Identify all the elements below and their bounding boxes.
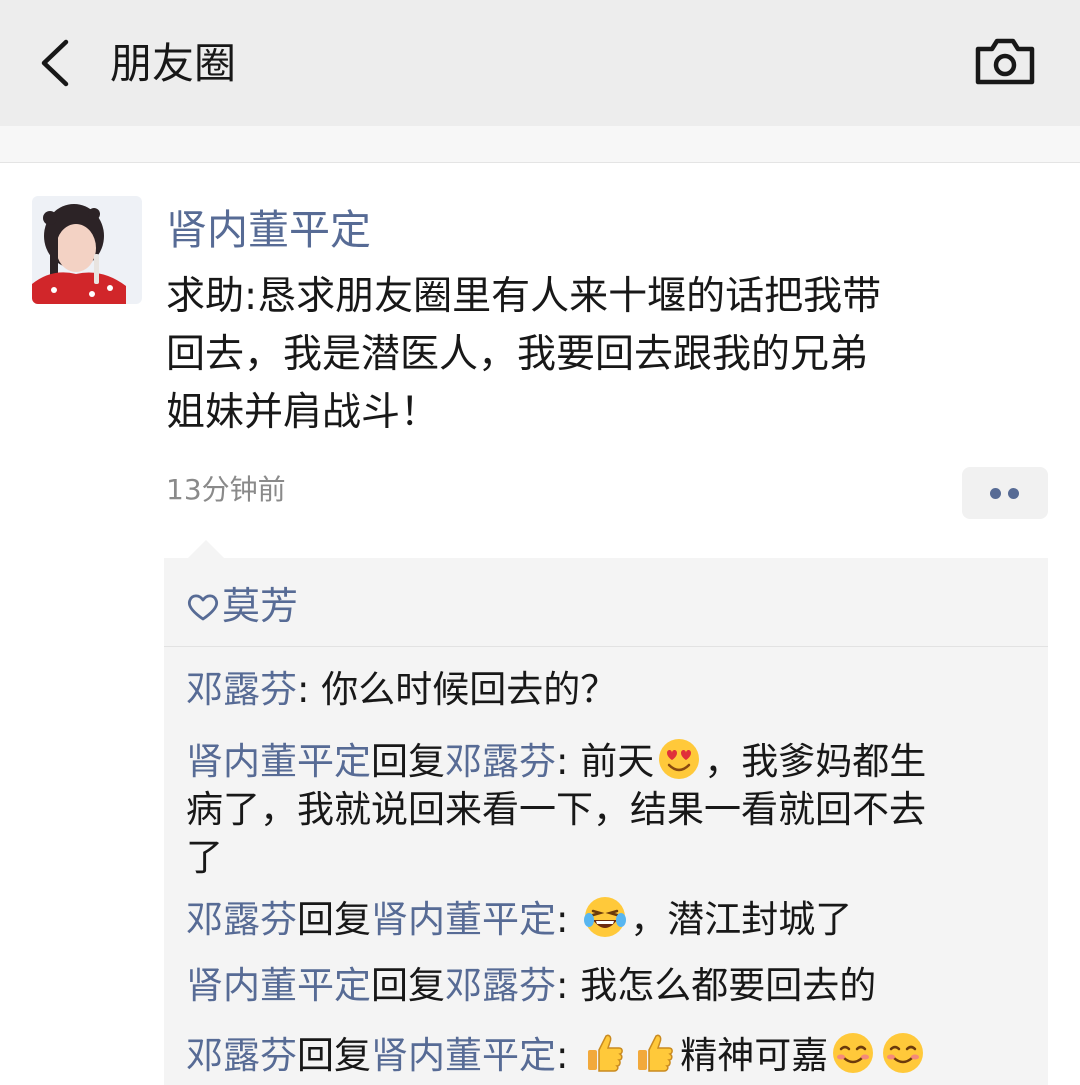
comment-separator: : <box>556 898 581 941</box>
post-text-line: 求助:恳求朋友圈里有人来十堰的话把我带 <box>166 274 882 319</box>
comment-item: 肾内董平定回复邓露芬: 我怎么都要回去的 <box>186 962 1026 1010</box>
reply-word: 回复 <box>371 740 445 783</box>
reply-target-name[interactable]: 邓露芬 <box>445 964 556 1007</box>
author-avatar[interactable] <box>32 196 142 304</box>
comment-text: ，我爹妈都生 <box>704 740 927 783</box>
reply-target-name[interactable]: 邓露芬 <box>445 740 556 783</box>
commenter-name[interactable]: 肾内董平定 <box>186 964 371 1007</box>
post-text: 求助:恳求朋友圈里有人来十堰的话把我带 回去，我是潜医人，我要回去跟我的兄弟 姐… <box>166 268 1026 442</box>
comment-item: 邓露芬回复肾内董平定: ，潜江封城了 <box>186 894 1026 944</box>
comment-text: 前天 <box>580 740 655 783</box>
reply-word: 回复 <box>297 1034 371 1077</box>
comment-item: 邓露芬: 你么时候回去的？ <box>186 666 1026 714</box>
comments-pointer <box>186 540 226 560</box>
more-options-button[interactable] <box>962 467 1048 519</box>
comment-text: 了 <box>186 836 223 879</box>
comment-item: 邓露芬回复肾内董平定: 精神可嘉 <box>186 1030 1026 1080</box>
likes-divider <box>164 646 1048 647</box>
smiling-face-emoji <box>883 1033 924 1073</box>
avatar-image <box>32 196 142 304</box>
reply-target-name[interactable]: 肾内董平定 <box>371 1034 556 1077</box>
commenter-name[interactable]: 邓露芬 <box>186 1034 297 1077</box>
heart-outline-icon <box>187 594 219 621</box>
chevron-left-icon <box>41 39 69 87</box>
reply-word: 回复 <box>297 898 371 941</box>
comment-separator: : <box>556 740 581 783</box>
camera-icon <box>975 38 1035 85</box>
comment-text: 病了，我就说回来看一下，结果一看就回不去 <box>186 788 926 831</box>
header-gap <box>0 126 1080 162</box>
laughing-tears-emoji <box>584 897 627 937</box>
thumbs-up-emoji <box>588 1034 624 1072</box>
back-button[interactable] <box>32 36 80 90</box>
thumbs-up-emoji <box>638 1034 674 1072</box>
commenter-name[interactable]: 邓露芬 <box>186 668 297 711</box>
comment-item: 肾内董平定回复邓露芬: 前天 ，我爹妈都生 病了，我就说回来看一下，结果一看就回… <box>186 736 1026 882</box>
comment-separator: : <box>556 1034 581 1077</box>
reply-target-name[interactable]: 肾内董平定 <box>371 898 556 941</box>
comment-text: : 你么时候回去的？ <box>297 668 618 711</box>
smiling-face-emoji <box>833 1033 874 1073</box>
header-divider <box>0 162 1080 163</box>
post-author-name[interactable]: 肾内董平定 <box>166 202 371 258</box>
camera-button[interactable] <box>972 36 1038 88</box>
dot-icon <box>990 488 1001 499</box>
commenter-name[interactable]: 邓露芬 <box>186 898 297 941</box>
post-text-line: 回去，我是潜医人，我要回去跟我的兄弟 <box>166 332 869 377</box>
comment-text: 精神可嘉 <box>680 1034 829 1077</box>
heart-eyes-emoji <box>659 739 700 779</box>
dot-icon <box>1008 488 1019 499</box>
comment-text: ，潜江封城了 <box>630 898 853 941</box>
comment-text: : 我怎么都要回去的 <box>556 964 877 1007</box>
likes-row: 莫芳 <box>186 578 298 634</box>
post-text-line: 姐妹并肩战斗！ <box>166 390 440 435</box>
post-time: 13分钟前 <box>166 473 286 506</box>
like-user-name[interactable]: 莫芳 <box>222 584 298 628</box>
commenter-name[interactable]: 肾内董平定 <box>186 740 371 783</box>
reply-word: 回复 <box>371 964 445 1007</box>
page-title: 朋友圈 <box>110 39 237 88</box>
